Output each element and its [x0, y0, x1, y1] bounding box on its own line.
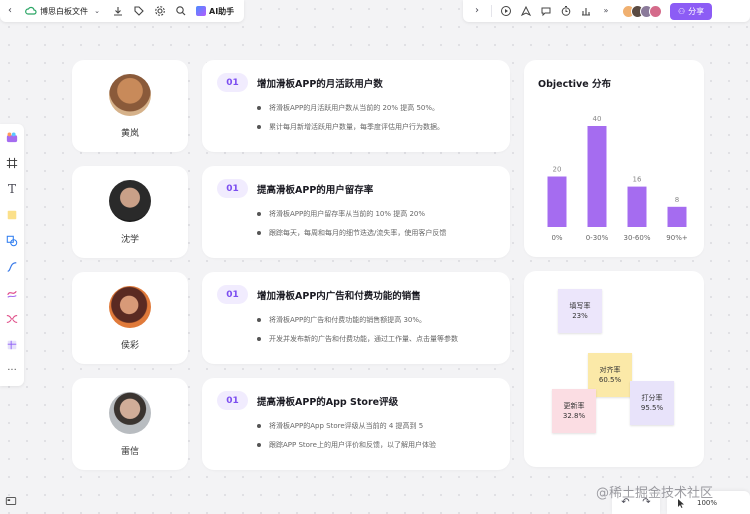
person-card[interactable]: 雷信	[72, 378, 188, 470]
bar-chart: 20 0% 40 0-30% 16 30-60% 8 90%+	[547, 115, 688, 242]
key-result-item: 开发并发布新的广告和付费功能，通过工作量、点击量等参数	[257, 334, 458, 344]
cursor-share-icon[interactable]	[520, 5, 532, 17]
person-name: 侯彩	[120, 341, 139, 351]
play-icon[interactable]	[500, 5, 512, 17]
objective-number-badge: 01	[217, 391, 248, 410]
objective-card[interactable]: 01 增加滑板APP的月活跃用户数 将滑板APP的月活跃用户数从当前的 20% …	[202, 60, 510, 152]
sticky-label: 更新率	[563, 401, 585, 410]
sticky-label: 打分率	[641, 393, 663, 402]
avatar	[109, 392, 151, 434]
key-result-item: 将滑板APP的广告和付费功能的销售额提高 30%。	[257, 315, 426, 325]
watermark: @稀土掘金技术社区	[596, 486, 714, 501]
timer-icon[interactable]	[560, 5, 572, 17]
key-result-item: 跟踪APP Store上的用户评价和反馈，以了解用户体验	[257, 440, 436, 450]
key-result-item: 将滑板APP的App Store评级从当前的 4 提高到 5	[257, 421, 423, 431]
avatar	[109, 74, 151, 116]
sticky-label: 填写率	[569, 301, 591, 310]
bar-value-label: 16	[633, 176, 642, 184]
user-plus-icon: ⚇	[678, 6, 686, 16]
frame-icon[interactable]	[5, 156, 19, 170]
file-name-label: 博思白板文件	[40, 6, 88, 16]
share-button[interactable]: ⚇ 分享	[670, 2, 713, 20]
vote-icon[interactable]	[580, 5, 592, 17]
key-result-item: 将滑板APP的用户留存率从当前的 10% 提高 20%	[257, 209, 425, 219]
objective-card[interactable]: 01 提高滑板APP的App Store评级 将滑板APP的App Store评…	[202, 378, 510, 470]
objective-title: 提高滑板APP的App Store评级	[257, 397, 399, 408]
person-card[interactable]: 沈学	[72, 166, 188, 258]
text-icon[interactable]: T	[5, 182, 19, 196]
person-name: 沈学	[120, 235, 139, 245]
sticky-note[interactable]: 打分率 95.5%	[630, 381, 674, 425]
table-icon[interactable]	[5, 338, 19, 352]
objective-title: 增加滑板APP内广告和付费功能的销售	[257, 291, 421, 302]
back-icon[interactable]: ‹	[4, 5, 16, 17]
sticky-value: 60.5%	[598, 376, 622, 384]
minimap-icon[interactable]	[4, 494, 18, 508]
category-label: 0%	[551, 234, 562, 242]
shapes-icon[interactable]	[5, 234, 19, 248]
avatar	[109, 286, 151, 328]
bar-value-label: 20	[553, 166, 562, 174]
sticky-note[interactable]: 更新率 32.8%	[552, 389, 596, 433]
objective-card[interactable]: 01 增加滑板APP内广告和付费功能的销售 将滑板APP的广告和付费功能的销售额…	[202, 272, 510, 364]
top-left-toolbar: ‹ 博思白板文件 ⌄ AI助手	[0, 0, 244, 22]
ai-assistant-button[interactable]: AI助手	[196, 6, 234, 17]
tag-icon[interactable]	[133, 5, 145, 17]
person-name: 雷信	[120, 447, 139, 457]
divider	[491, 5, 492, 17]
key-result-item: 累计每月新增活跃用户数量，每季度评估用户行为数据。	[257, 122, 444, 132]
connector-icon[interactable]	[5, 260, 19, 274]
more-chevron-icon[interactable]: »	[600, 5, 612, 17]
objective-card[interactable]: 01 提高滑板APP的用户留存率 将滑板APP的用户留存率从当前的 10% 提高…	[202, 166, 510, 258]
sticky-value: 32.8%	[562, 412, 586, 420]
gear-icon[interactable]	[154, 5, 166, 17]
chart-bar	[627, 186, 647, 227]
chart-bar	[587, 126, 607, 227]
more-tools-icon[interactable]: ···	[5, 364, 19, 378]
person-card[interactable]: 侯彩	[72, 272, 188, 364]
avatar	[649, 4, 662, 18]
sticky-value: 95.5%	[640, 404, 664, 412]
person-name: 黄岚	[120, 129, 139, 139]
chevron-down-icon: ⌄	[94, 6, 100, 15]
collaborator-avatars[interactable]	[622, 4, 662, 18]
objective-number-badge: 01	[217, 285, 248, 304]
sticky-value: 23%	[572, 312, 588, 320]
category-label: 90%+	[666, 234, 688, 242]
cloud-icon	[25, 5, 37, 17]
sticky-notes-card[interactable]: 填写率 23% 对齐率 60.5% 打分率 95.5% 更新率 32.8%	[524, 271, 704, 467]
objective-title: 提高滑板APP的用户留存率	[257, 185, 374, 196]
ai-assistant-label: AI助手	[209, 6, 235, 16]
person-card[interactable]: 黄岚	[72, 60, 188, 152]
search-icon[interactable]	[175, 5, 187, 17]
share-label: 分享	[688, 6, 705, 16]
objective-title: 增加滑板APP的月活跃用户数	[257, 79, 383, 90]
tool-sidebar: T ···	[0, 124, 24, 386]
file-name-dropdown[interactable]: 博思白板文件 ⌄	[25, 5, 103, 17]
avatar	[109, 180, 151, 222]
sticky-label: 对齐率	[599, 365, 621, 374]
pen-icon[interactable]	[5, 286, 19, 300]
sticky-note[interactable]: 填写率 23%	[558, 289, 602, 333]
ai-logo-icon	[196, 6, 206, 16]
objective-number-badge: 01	[217, 73, 248, 92]
expand-icon[interactable]: ›	[471, 5, 483, 17]
templates-icon[interactable]	[5, 130, 19, 144]
objective-number-badge: 01	[217, 179, 248, 198]
bar-value-label: 8	[675, 196, 679, 204]
bar-value-label: 40	[593, 115, 602, 123]
mindmap-icon[interactable]	[5, 312, 19, 326]
download-icon[interactable]	[112, 5, 124, 17]
category-label: 0-30%	[586, 234, 609, 242]
key-result-item: 将滑板APP的月活跃用户数从当前的 20% 提高 50%。	[257, 103, 439, 113]
chart-bar	[547, 176, 567, 227]
objective-distribution-chart-card[interactable]: Objective 分布 20 0% 40 0-30% 16 30-60% 8 90%+	[524, 60, 704, 257]
sticky-note-icon[interactable]	[5, 208, 19, 222]
key-result-item: 跟踪每天，每周和每月的细节迭选/流失率，使用客户反馈	[257, 228, 446, 238]
top-right-toolbar: › » ⚇ 分享	[463, 0, 750, 22]
category-label: 30-60%	[624, 234, 651, 242]
chart-bar	[667, 206, 687, 227]
comment-icon[interactable]	[540, 5, 552, 17]
